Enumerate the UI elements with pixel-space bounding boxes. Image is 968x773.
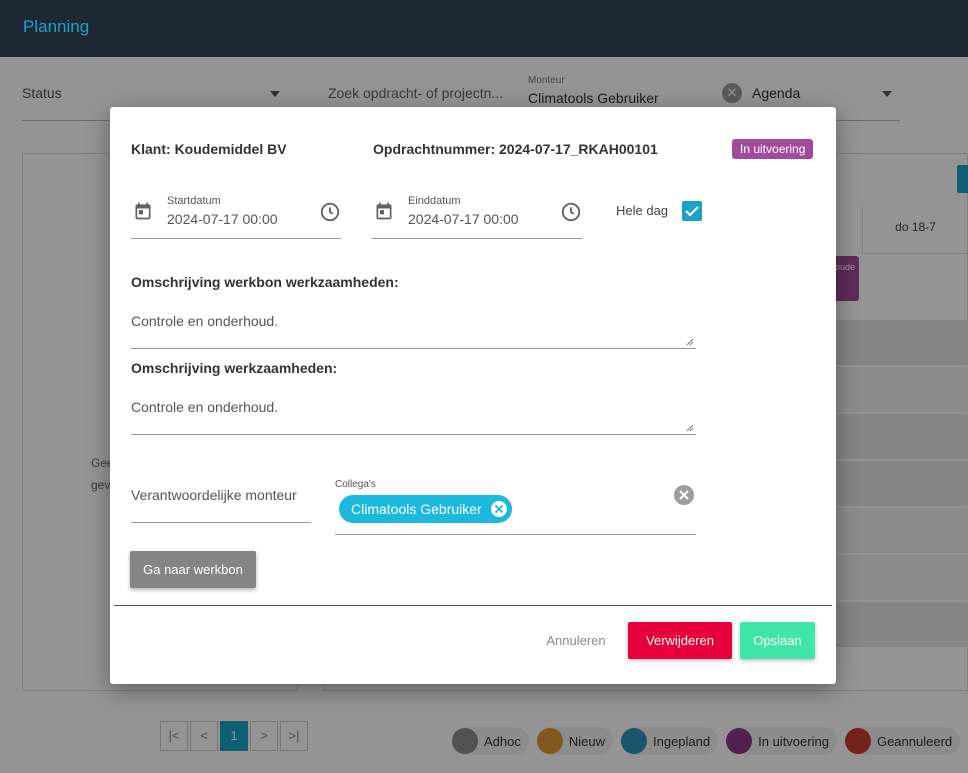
werkzaamheden-text: Controle en onderhoud. [131,399,279,415]
divider [114,605,832,606]
hele-dag-checkbox[interactable] [682,201,702,221]
calendar-icon[interactable] [133,201,153,221]
verantwoordelijke-placeholder: Verantwoordelijke monteur [131,487,297,503]
hele-dag-label: Hele dag [616,203,669,218]
app-title: Planning [23,17,90,36]
clear-icon[interactable] [674,485,694,505]
opdracht-info: Opdrachtnummer: 2024-07-17_RKAH00101 [373,141,658,157]
cancel-button[interactable]: Annuleren [538,623,614,657]
collegas-select[interactable]: Collega's Climatools Gebruiker [335,473,696,535]
save-button[interactable]: Opslaan [740,622,815,659]
clock-icon[interactable] [319,201,341,223]
check-icon [685,206,699,217]
opdracht-value: 2024-07-17_RKAH00101 [499,141,658,157]
werkbon-textarea[interactable]: Controle en onderhoud. [131,309,696,349]
end-date-label: Einddatum [408,195,461,207]
resize-grip-icon[interactable] [686,338,694,346]
appointment-dialog: Klant: Koudemiddel BV Opdrachtnummer: 20… [110,107,836,684]
klant-value: Koudemiddel BV [174,141,287,157]
klant-info: Klant: Koudemiddel BV [131,141,287,157]
resize-grip-icon[interactable] [686,424,694,432]
delete-button[interactable]: Verwijderen [628,622,732,659]
werkbon-title: Omschrijving werkbon werkzaamheden: [131,274,399,290]
end-date-value: 2024-07-17 00:00 [408,211,519,227]
werkzaamheden-textarea[interactable]: Controle en onderhoud. [131,395,696,435]
status-badge: In uitvoering [732,139,814,159]
werkzaamheden-title: Omschrijving werkzaamheden: [131,360,338,376]
app-header: Planning [0,0,968,57]
start-date-field[interactable]: Startdatum 2024-07-17 00:00 [131,191,341,239]
klant-label: Klant: [131,141,171,157]
opdracht-label: Opdrachtnummer: [373,141,496,157]
clock-icon[interactable] [560,201,582,223]
collega-chip-label: Climatools Gebruiker [351,501,482,517]
calendar-icon[interactable] [374,201,394,221]
remove-chip-icon[interactable] [490,500,508,518]
werkbon-text: Controle en onderhoud. [131,313,279,329]
collega-chip[interactable]: Climatools Gebruiker [339,495,512,523]
collegas-label: Collega's [335,479,376,490]
verantwoordelijke-monteur-select[interactable]: Verantwoordelijke monteur [131,473,311,523]
start-date-label: Startdatum [167,195,221,207]
ga-naar-werkbon-button[interactable]: Ga naar werkbon [130,551,256,588]
start-date-value: 2024-07-17 00:00 [167,211,278,227]
end-date-field[interactable]: Einddatum 2024-07-17 00:00 [372,191,582,239]
